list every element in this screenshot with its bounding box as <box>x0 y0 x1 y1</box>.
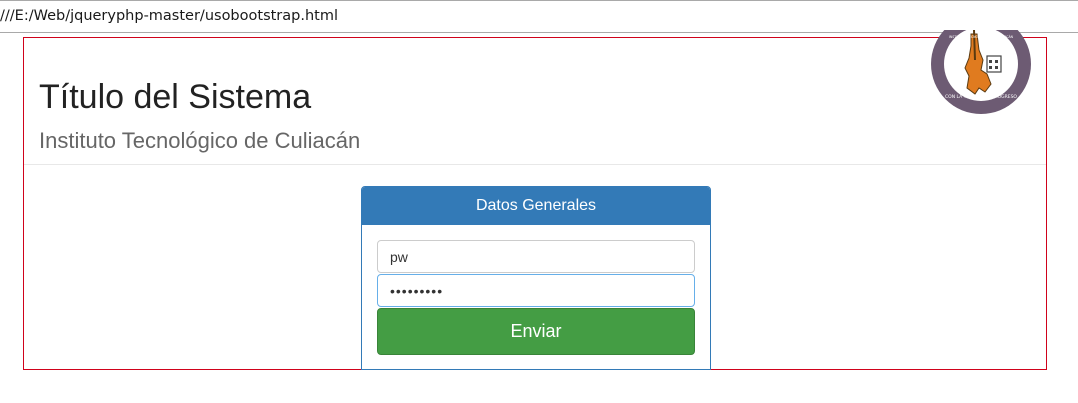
institute-logo: CON LA TÉCNICA AL PROGRESO INSTITUTO TEC… <box>929 30 1033 116</box>
address-bar-url[interactable]: ///E:/Web/jqueryphp-master/usobootstrap.… <box>0 8 338 24</box>
submit-button[interactable]: Enviar <box>377 308 695 355</box>
page-header: Título del Sistema Instituto Tecnológico… <box>24 30 1046 165</box>
panel-heading: Datos Generales <box>362 187 710 225</box>
logo-seal-top-text: INSTITUTO TECNOLÓGICO DE CULIACÁN <box>949 34 1014 39</box>
institute-logo-seal: CON LA TÉCNICA AL PROGRESO INSTITUTO TEC… <box>931 30 1031 114</box>
page-title: Título del Sistema <box>39 78 312 116</box>
username-input[interactable] <box>377 240 695 273</box>
address-bar[interactable]: ///E:/Web/jqueryphp-master/usobootstrap.… <box>0 0 1078 33</box>
page-frame: Título del Sistema Instituto Tecnológico… <box>23 30 1047 370</box>
general-data-panel: Datos Generales Enviar <box>361 186 711 370</box>
page-subtitle: Instituto Tecnológico de Culiacán <box>39 128 361 153</box>
password-input[interactable] <box>377 274 695 307</box>
